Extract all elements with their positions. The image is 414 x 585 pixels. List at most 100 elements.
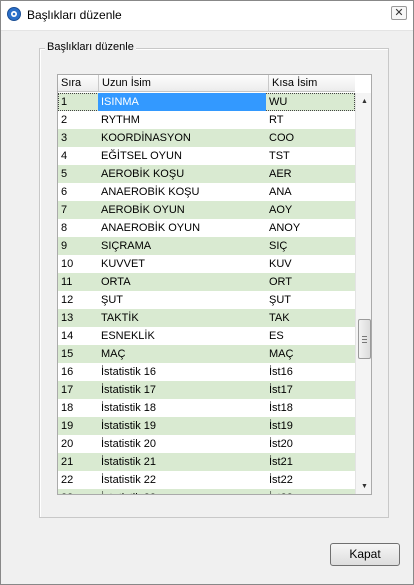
table-row[interactable]: 2 RYTHM RT [58,111,355,129]
cell-short-name[interactable]: TAK [268,309,354,327]
cell-order[interactable]: 11 [61,273,97,291]
cell-long-name[interactable]: ESNEKLİK [98,327,266,345]
cell-long-name[interactable]: KOORDİNASYON [98,129,266,147]
cell-short-name[interactable]: KUV [268,255,354,273]
cell-long-name[interactable]: ORTA [98,273,266,291]
cell-order[interactable]: 16 [61,363,97,381]
table-row[interactable]: 23İstatistik 23İst23 [58,489,355,494]
cell-order[interactable]: 6 [61,183,97,201]
cell-long-name[interactable]: ŞUT [98,291,266,309]
cell-long-name[interactable]: İstatistik 23 [98,489,266,494]
cell-short-name[interactable]: AOY [268,201,354,219]
table-row[interactable]: 20 İstatistik 20 İst20 [58,435,355,453]
table-row[interactable]: 3 KOORDİNASYON COO [58,129,355,147]
cell-order[interactable]: 5 [61,165,97,183]
cell-long-name[interactable]: İstatistik 22 [98,471,266,489]
scroll-thumb[interactable] [358,319,371,359]
table-row[interactable]: 7 AEROBİK OYUN AOY [58,201,355,219]
cell-order[interactable]: 13 [61,309,97,327]
cell-short-name[interactable]: İst16 [268,363,354,381]
cell-long-name[interactable]: İstatistik 19 [98,417,266,435]
cell-long-name[interactable]: SIÇRAMA [98,237,266,255]
cell-order[interactable]: 7 [61,201,97,219]
cell-order[interactable]: 15 [61,345,97,363]
cell-order[interactable]: 10 [61,255,97,273]
column-header-long-name[interactable]: Uzun İsim [98,75,268,92]
cell-short-name[interactable]: ORT [268,273,354,291]
cell-order[interactable]: 19 [61,417,97,435]
window-close-button[interactable]: ✕ [391,6,407,20]
scroll-up-arrow-icon[interactable]: ▲ [356,93,371,110]
table-row[interactable]: 11 ORTA ORT [58,273,355,291]
table-row[interactable]: 15 MAÇ MAÇ [58,345,355,363]
cell-order[interactable]: 1 [61,93,97,111]
table-row[interactable]: 14 ESNEKLİK ES [58,327,355,345]
cell-order[interactable]: 17 [61,381,97,399]
cell-short-name[interactable]: İst19 [268,417,354,435]
scroll-down-arrow-icon[interactable]: ▼ [356,478,371,494]
cell-short-name[interactable]: ES [268,327,354,345]
cell-order[interactable]: 8 [61,219,97,237]
cell-short-name[interactable]: COO [268,129,354,147]
cell-long-name[interactable]: EĞİTSEL OYUN [98,147,266,165]
cell-long-name[interactable]: KUVVET [98,255,266,273]
cell-short-name[interactable]: RT [268,111,354,129]
cell-long-name[interactable]: ANAEROBİK KOŞU [98,183,266,201]
cell-short-name[interactable]: İst18 [268,399,354,417]
cell-long-name[interactable]: AEROBİK OYUN [98,201,266,219]
cell-long-name[interactable]: İstatistik 21 [98,453,266,471]
title-bar[interactable]: Başlıkları düzenle ✕ [1,1,413,31]
cell-short-name[interactable]: WU [268,93,354,111]
cell-long-name[interactable]: ANAEROBİK OYUN [98,219,266,237]
vertical-scrollbar[interactable]: ▲ ▼ [355,93,371,494]
titles-grid[interactable]: Sıra Uzun İsim Kısa İsim 1 ISINMA WU 2 RYTHM… [57,74,372,495]
cell-short-name[interactable]: MAÇ [268,345,354,363]
table-row[interactable]: 12 ŞUT ŞUT [58,291,355,309]
table-row[interactable]: 17 İstatistik 17 İst17 [58,381,355,399]
cell-order[interactable]: 21 [61,453,97,471]
cell-order[interactable]: 9 [61,237,97,255]
cell-short-name[interactable]: ANA [268,183,354,201]
cell-order[interactable]: 23 [61,489,97,494]
table-row[interactable]: 4 EĞİTSEL OYUN TST [58,147,355,165]
table-row[interactable]: 22 İstatistik 22 İst22 [58,471,355,489]
cell-short-name[interactable]: İst22 [268,471,354,489]
cell-short-name[interactable]: SIÇ [268,237,354,255]
table-row[interactable]: 5 AEROBİK KOŞU AER [58,165,355,183]
cell-long-name[interactable]: MAÇ [98,345,266,363]
table-row[interactable]: 8 ANAEROBİK OYUN ANOY [58,219,355,237]
column-header-short-name[interactable]: Kısa İsim [268,75,355,92]
table-row[interactable]: 1 ISINMA WU [58,93,355,111]
cell-short-name[interactable]: İst17 [268,381,354,399]
table-row[interactable]: 9 SIÇRAMA SIÇ [58,237,355,255]
cell-short-name[interactable]: TST [268,147,354,165]
cell-short-name[interactable]: İst20 [268,435,354,453]
table-row[interactable]: 21 İstatistik 21 İst21 [58,453,355,471]
cell-order[interactable]: 2 [61,111,97,129]
table-row[interactable]: 10 KUVVET KUV [58,255,355,273]
table-row[interactable]: 19 İstatistik 19 İst19 [58,417,355,435]
cell-long-name[interactable]: İstatistik 20 [98,435,266,453]
cell-short-name[interactable]: ŞUT [268,291,354,309]
cell-long-name[interactable]: ISINMA [98,93,266,111]
kapat-button[interactable]: Kapat [330,543,400,566]
cell-long-name[interactable]: İstatistik 18 [98,399,266,417]
cell-order[interactable]: 3 [61,129,97,147]
cell-long-name[interactable]: RYTHM [98,111,266,129]
cell-order[interactable]: 14 [61,327,97,345]
table-row[interactable]: 18 İstatistik 18 İst18 [58,399,355,417]
column-header-order[interactable]: Sıra [58,75,98,92]
cell-long-name[interactable]: İstatistik 16 [98,363,266,381]
cell-order[interactable]: 4 [61,147,97,165]
cell-order[interactable]: 18 [61,399,97,417]
cell-short-name[interactable]: İst23 [268,489,354,494]
cell-short-name[interactable]: ANOY [268,219,354,237]
table-row[interactable]: 13 TAKTİK TAK [58,309,355,327]
cell-order[interactable]: 20 [61,435,97,453]
cell-short-name[interactable]: AER [268,165,354,183]
cell-order[interactable]: 12 [61,291,97,309]
cell-short-name[interactable]: İst21 [268,453,354,471]
table-row[interactable]: 16 İstatistik 16 İst16 [58,363,355,381]
cell-long-name[interactable]: AEROBİK KOŞU [98,165,266,183]
cell-long-name[interactable]: TAKTİK [98,309,266,327]
